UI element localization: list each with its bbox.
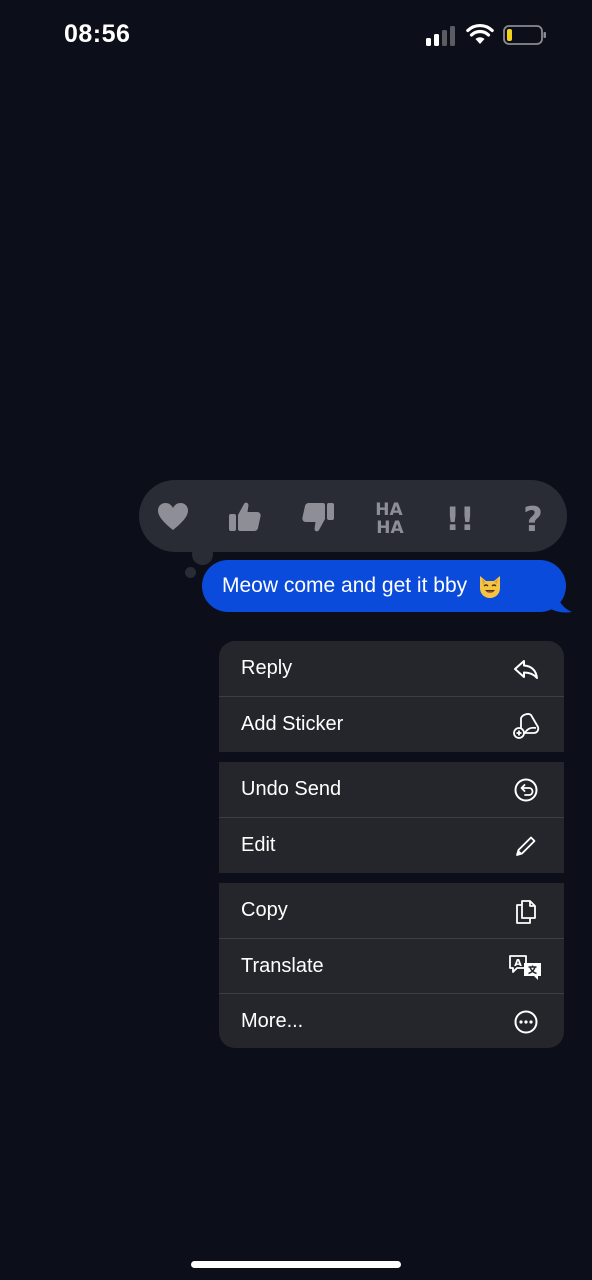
screen: 08:56 HA HA !! ? Meow come and get it bb… — [0, 0, 592, 1280]
status-time: 08:56 — [64, 20, 131, 48]
svg-text:?: ? — [523, 500, 543, 536]
battery-icon — [503, 25, 546, 45]
menu-label: Undo Send — [241, 778, 342, 800]
smiling-cat-icon — [480, 576, 501, 598]
copy-icon — [516, 900, 536, 924]
svg-text:HA: HA — [376, 518, 404, 537]
home-indicator[interactable] — [191, 1261, 401, 1268]
translate-icon: A — [509, 955, 541, 980]
menu-label: Translate — [241, 955, 324, 977]
svg-text:A: A — [514, 958, 522, 969]
wifi-icon — [466, 23, 494, 44]
add-sticker-icon — [513, 713, 540, 739]
menu-item-add-sticker[interactable]: Add Sticker — [219, 697, 564, 752]
menu-label: Add Sticker — [241, 713, 344, 735]
emphasize-icon[interactable]: !! — [439, 496, 481, 538]
tapback-bubble-dot — [185, 567, 196, 578]
context-menu: Reply Add Sticker Undo Send Edit Copy Tr… — [219, 641, 564, 1048]
thumbs-up-icon[interactable] — [224, 496, 266, 538]
thumbs-down-icon[interactable] — [297, 496, 339, 538]
menu-item-edit[interactable]: Edit — [219, 818, 564, 873]
menu-label: More... — [241, 1010, 304, 1032]
menu-item-more[interactable]: More... — [219, 994, 564, 1048]
question-icon[interactable]: ? — [512, 496, 554, 538]
message-text: Meow come and get it bby — [222, 574, 468, 597]
message-bubble[interactable]: Meow come and get it bby — [202, 560, 566, 612]
menu-label: Copy — [241, 899, 288, 921]
heart-icon[interactable] — [152, 496, 194, 538]
svg-text:!!: !! — [445, 500, 474, 536]
menu-item-undo-send[interactable]: Undo Send — [219, 762, 564, 817]
menu-item-copy[interactable]: Copy — [219, 883, 564, 938]
haha-icon[interactable]: HA HA — [368, 496, 410, 538]
reply-arrow-icon — [514, 660, 538, 679]
menu-item-reply[interactable]: Reply — [219, 641, 564, 696]
tapback-bar — [139, 480, 567, 552]
menu-label: Reply — [241, 657, 293, 679]
pencil-icon — [516, 836, 536, 856]
tapback-bubble-dot — [192, 544, 213, 565]
menu-label: Edit — [241, 834, 276, 856]
svg-text:HA: HA — [375, 500, 403, 520]
cellular-signal-icon — [426, 24, 458, 46]
menu-item-translate[interactable]: Translate A — [219, 939, 564, 994]
undo-send-icon — [514, 778, 538, 802]
more-ellipsis-icon — [514, 1010, 538, 1034]
